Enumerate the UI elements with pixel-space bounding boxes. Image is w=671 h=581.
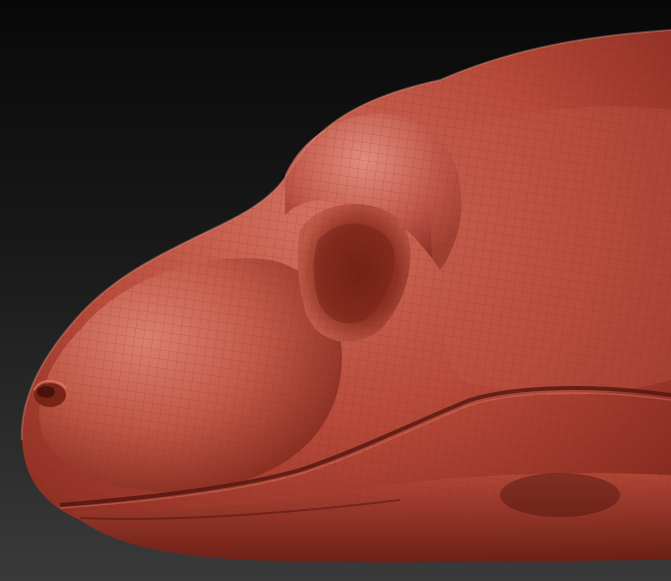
sculpt-canvas (20, 29, 671, 563)
creature-head (20, 29, 671, 563)
sculpt-viewport[interactable] (0, 0, 671, 581)
